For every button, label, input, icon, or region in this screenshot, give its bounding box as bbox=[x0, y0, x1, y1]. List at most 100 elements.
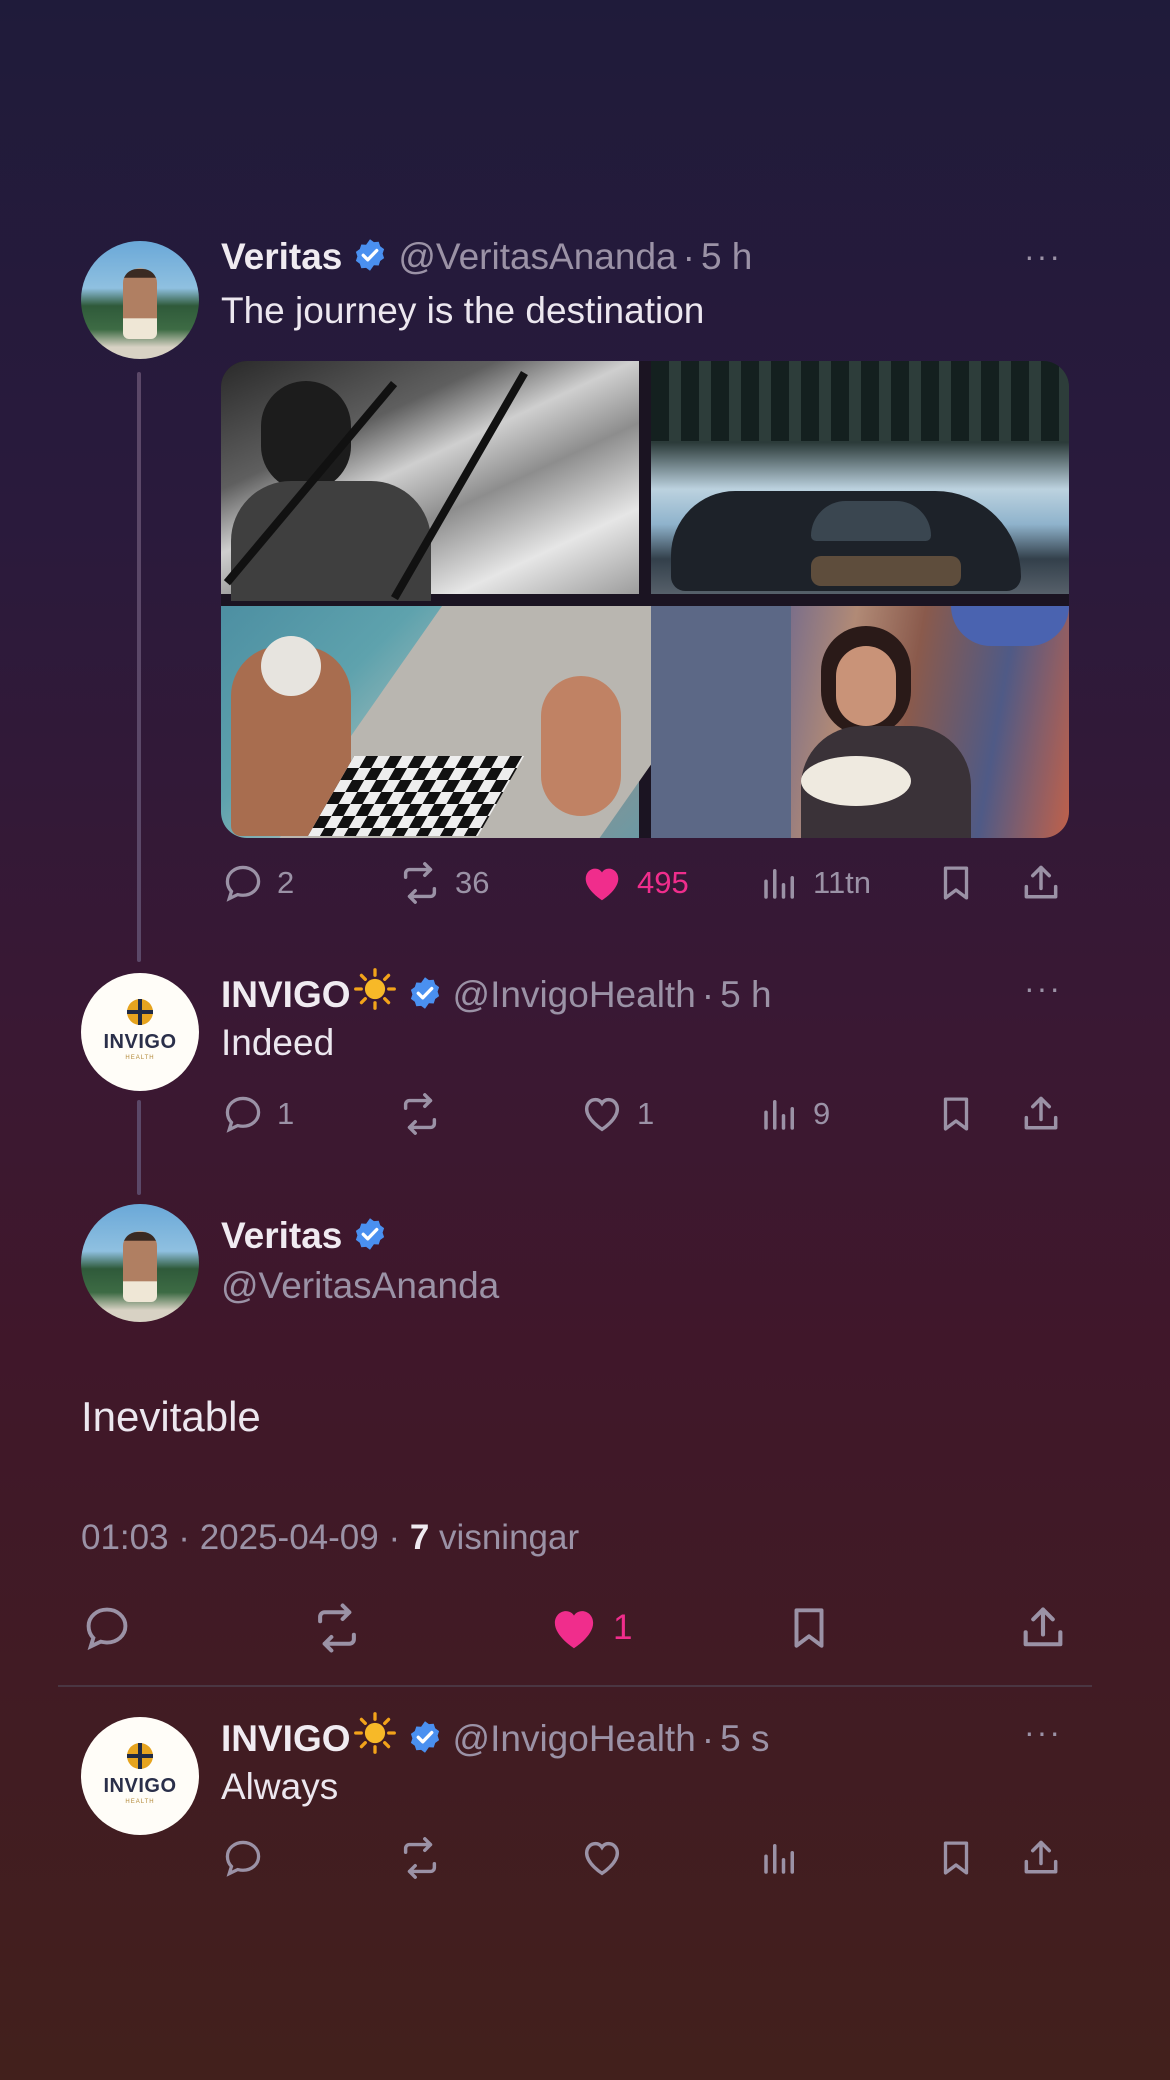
analytics-icon bbox=[764, 869, 794, 899]
reply-button[interactable]: 2 bbox=[221, 859, 294, 907]
thread-line bbox=[137, 1100, 141, 1195]
post-time[interactable]: 5 s bbox=[720, 1718, 769, 1759]
repost-button[interactable] bbox=[397, 1834, 455, 1882]
avatar[interactable]: INVIGO HEALTH bbox=[81, 1717, 199, 1835]
reply-icon bbox=[225, 865, 261, 902]
like-count: 1 bbox=[637, 1096, 655, 1131]
author-handle[interactable]: @VeritasAnanda bbox=[398, 236, 676, 277]
author-name[interactable]: Veritas bbox=[221, 1215, 342, 1256]
post-actions bbox=[221, 1834, 1069, 1882]
reply-button[interactable] bbox=[221, 1834, 277, 1882]
views-button[interactable] bbox=[759, 1834, 813, 1882]
bookmark-button[interactable] bbox=[935, 1834, 989, 1882]
reply-button[interactable] bbox=[81, 1604, 145, 1652]
verified-badge-icon bbox=[352, 1216, 388, 1261]
post-time[interactable]: 5 h bbox=[701, 236, 752, 277]
chess-by-pool-photo[interactable] bbox=[221, 606, 763, 838]
heart-filled-icon bbox=[585, 868, 619, 901]
repost-icon bbox=[318, 1603, 356, 1653]
more-options-icon[interactable]: ··· bbox=[1024, 238, 1062, 275]
share-button[interactable] bbox=[1019, 1834, 1075, 1882]
reply-button[interactable]: 1 bbox=[221, 1090, 294, 1138]
author-handle[interactable]: @InvigoHealth bbox=[453, 974, 696, 1015]
share-icon bbox=[1024, 1096, 1058, 1130]
reply-icon bbox=[86, 1607, 128, 1651]
author-name[interactable]: INVIGO bbox=[221, 974, 351, 1015]
author-name[interactable]: INVIGO bbox=[221, 1718, 351, 1759]
like-button[interactable]: 1 bbox=[547, 1604, 632, 1652]
view-count: 9 bbox=[813, 1096, 831, 1131]
verified-badge-icon bbox=[352, 237, 388, 282]
analytics-icon bbox=[764, 1100, 794, 1130]
verified-badge-icon bbox=[407, 1719, 443, 1764]
repost-count: 36 bbox=[455, 865, 490, 900]
share-icon bbox=[1023, 1607, 1063, 1647]
share-icon bbox=[1024, 1840, 1058, 1874]
bookmark-icon bbox=[943, 866, 969, 900]
repost-icon bbox=[403, 1093, 437, 1135]
view-count: 11tn bbox=[813, 865, 872, 900]
author-handle[interactable]: @InvigoHealth bbox=[453, 1718, 696, 1759]
repost-icon bbox=[403, 1837, 437, 1879]
like-button[interactable]: 495 bbox=[579, 859, 689, 907]
sun-icon bbox=[353, 1711, 397, 1764]
more-options-icon[interactable]: ··· bbox=[1024, 970, 1062, 1007]
bookmark-icon bbox=[943, 1097, 969, 1131]
repost-button[interactable]: 36 bbox=[397, 859, 489, 907]
reply-icon bbox=[225, 1840, 261, 1877]
repost-button[interactable] bbox=[310, 1603, 376, 1653]
main-post-actions: 1 bbox=[81, 1603, 1071, 1656]
post-header: Veritas bbox=[221, 1215, 398, 1261]
divider bbox=[58, 1685, 1092, 1687]
views-label: visningar bbox=[439, 1518, 580, 1557]
repost-button[interactable] bbox=[397, 1090, 455, 1138]
views-count: 7 bbox=[409, 1518, 430, 1557]
post-text: Inevitable bbox=[81, 1393, 261, 1440]
woman-eating-spaghetti-photo[interactable] bbox=[651, 606, 1069, 838]
views-button[interactable]: 11tn bbox=[759, 859, 871, 907]
heart-filled-icon bbox=[554, 1611, 594, 1649]
author-name[interactable]: Veritas bbox=[221, 236, 342, 277]
heart-icon bbox=[584, 1097, 620, 1132]
bookmark-button[interactable] bbox=[935, 1090, 989, 1138]
reply-icon bbox=[225, 1096, 261, 1133]
verified-badge-icon bbox=[407, 975, 443, 1020]
bookmark-icon bbox=[794, 1608, 824, 1648]
share-button[interactable] bbox=[1019, 1090, 1075, 1138]
post-text: Always bbox=[221, 1766, 339, 1807]
post-header: INVIGO @InvigoHealth · 5 s bbox=[221, 1711, 769, 1764]
avatar[interactable]: INVIGO HEALTH bbox=[81, 973, 199, 1091]
post-text: The journey is the destination bbox=[221, 290, 705, 331]
thread-line bbox=[137, 372, 141, 962]
bookmark-button[interactable] bbox=[935, 859, 989, 907]
repost-icon bbox=[403, 862, 437, 904]
sports-car-in-snow-photo[interactable] bbox=[651, 361, 1069, 594]
sun-icon bbox=[353, 967, 397, 1020]
post-header: Veritas @VeritasAnanda · 5 h bbox=[221, 236, 752, 282]
avatar[interactable] bbox=[81, 1204, 199, 1322]
bookmark-button[interactable] bbox=[784, 1604, 846, 1652]
man-with-pipe-fishing-photo[interactable] bbox=[221, 361, 639, 601]
post-header: INVIGO @InvigoHealth · 5 h bbox=[221, 967, 772, 1020]
reply-count: 1 bbox=[277, 1096, 295, 1131]
post-actions: 1 1 9 bbox=[221, 1090, 1069, 1138]
views-button[interactable]: 9 bbox=[759, 1090, 830, 1138]
share-icon bbox=[1024, 865, 1058, 899]
like-count: 1 bbox=[613, 1608, 633, 1647]
analytics-icon bbox=[764, 1844, 794, 1874]
like-button[interactable] bbox=[579, 1834, 637, 1882]
post-time[interactable]: 5 h bbox=[720, 974, 771, 1015]
author-handle[interactable]: @VeritasAnanda bbox=[221, 1265, 499, 1307]
more-options-icon[interactable]: ··· bbox=[1024, 1714, 1062, 1751]
like-button[interactable]: 1 bbox=[579, 1090, 654, 1138]
post-actions: 2 36 495 11tn bbox=[221, 859, 1069, 907]
media-grid[interactable] bbox=[221, 361, 1069, 838]
reply-count: 2 bbox=[277, 865, 295, 900]
like-count: 495 bbox=[637, 865, 689, 900]
post-text: Indeed bbox=[221, 1022, 335, 1063]
share-button[interactable] bbox=[1017, 1604, 1081, 1652]
avatar[interactable] bbox=[81, 241, 199, 359]
share-button[interactable] bbox=[1019, 859, 1075, 907]
bookmark-icon bbox=[943, 1841, 969, 1875]
post-timestamp[interactable]: 01:03 · 2025-04-09 · bbox=[81, 1518, 400, 1557]
